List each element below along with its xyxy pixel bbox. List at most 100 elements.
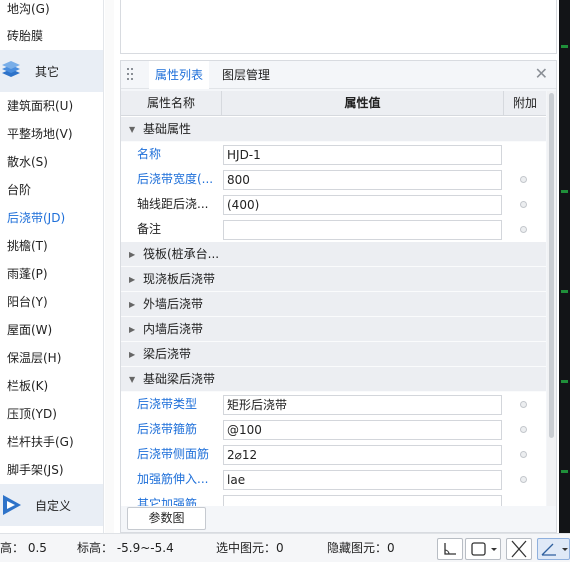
property-group-label: 基础梁后浇带 (143, 372, 216, 386)
drag-grip-icon[interactable] (127, 68, 133, 82)
canvas-mark (561, 190, 568, 193)
property-value-input[interactable]: 矩形后浇带 (223, 395, 502, 415)
property-group-label: 外墙后浇带 (143, 297, 204, 311)
property-value-input[interactable] (223, 220, 502, 240)
axis-corner-icon[interactable] (437, 538, 463, 560)
component-sidebar: 地沟(G) 砖胎膜 其它 建筑面积(U) 平整场地(V) 散水(S) 台阶 后浇… (0, 0, 104, 533)
sidebar-category-custom[interactable]: 自定义 (0, 484, 103, 526)
attach-toggle-dot[interactable] (520, 201, 527, 208)
status-hidden-count: 隐藏图元：0 (327, 541, 395, 555)
collapsed-caret-icon[interactable]: ▶ (129, 292, 135, 317)
canvas-mark (561, 470, 568, 473)
sidebar-item-building-area[interactable]: 建筑面积(U) (0, 92, 103, 120)
rect-select-icon[interactable] (465, 538, 501, 560)
property-row: 后浇带箍筋 @100 (121, 417, 546, 442)
property-group-row[interactable]: ▶ 内墙后浇带 (121, 317, 546, 342)
property-group-row[interactable]: ▶ 外墙后浇带 (121, 292, 546, 317)
property-group-row[interactable]: ▶ 梁后浇带 (121, 342, 546, 367)
sidebar-item-insulation[interactable]: 保温层(H) (0, 344, 103, 372)
property-name: 后浇带类型 (137, 397, 198, 411)
play-icon (3, 495, 21, 515)
sidebar-item-brick-mold[interactable]: 砖胎膜 (0, 22, 103, 50)
sidebar-item-eave[interactable]: 挑檐(T) (0, 232, 103, 260)
attach-toggle-dot[interactable] (520, 401, 527, 408)
property-group-label: 现浇板后浇带 (143, 272, 216, 286)
expanded-caret-icon[interactable]: ▼ (129, 117, 135, 142)
sidebar-item-coping[interactable]: 压顶(YD) (0, 400, 103, 428)
status-selected-count: 选中图元：0 (216, 541, 284, 555)
collapsed-caret-icon[interactable]: ▶ (129, 267, 135, 292)
column-header-name: 属性名称 (121, 91, 222, 116)
property-name: 轴线距后浇... (137, 197, 209, 211)
sidebar-item-scaffold[interactable]: 脚手架(JS) (0, 456, 103, 484)
property-group-label: 内墙后浇带 (143, 322, 204, 336)
property-value-input[interactable]: lae (223, 470, 502, 490)
parameter-diagram-button[interactable]: 参数图 (127, 507, 206, 530)
tab-property-list[interactable]: 属性列表 (149, 61, 210, 89)
close-icon[interactable]: ✕ (535, 65, 548, 83)
tab-layer-management[interactable]: 图层管理 (216, 61, 276, 89)
attach-toggle-dot[interactable] (520, 426, 527, 433)
attach-toggle-dot[interactable] (520, 176, 527, 183)
attach-toggle-dot[interactable] (520, 226, 527, 233)
property-group-row[interactable]: ▶ 筏板(桩承台... (121, 242, 546, 267)
expanded-caret-icon[interactable]: ▼ (129, 367, 135, 392)
property-group-label: 基础属性 (143, 122, 192, 136)
sidebar-item-canopy[interactable]: 雨蓬(P) (0, 260, 103, 288)
sidebar-item-post-pour-strip[interactable]: 后浇带(JD) (0, 204, 103, 232)
status-elevation: 标高： -5.9~-5.4 (77, 541, 174, 555)
sidebar-category-other-label: 其它 (35, 64, 60, 79)
status-height: 高： 0.5 (0, 541, 47, 555)
property-value-input[interactable]: HJD-1 (223, 145, 502, 165)
property-row: 后浇带类型 矩形后浇带 (121, 392, 546, 417)
sidebar-item-roof[interactable]: 屋面(W) (0, 316, 103, 344)
sidebar-category-other[interactable]: 其它 (0, 50, 103, 92)
property-name: 后浇带箍筋 (137, 422, 198, 436)
sidebar-item-steps[interactable]: 台阶 (0, 176, 103, 204)
sidebar-item-trench[interactable]: 地沟(G) (0, 0, 103, 23)
property-value-input[interactable]: @100 (223, 420, 502, 440)
column-header-extra: 附加 (504, 91, 546, 116)
property-row: 轴线距后浇... (400) (121, 192, 546, 217)
angle-icon[interactable] (537, 538, 570, 560)
canvas-mark (561, 45, 568, 48)
property-name: 其它加强筋 (137, 497, 198, 506)
scrollbar-thumb[interactable] (549, 93, 554, 438)
property-row: 后浇带侧面筋 2⌀12 (121, 442, 546, 467)
sidebar-item-balcony[interactable]: 阳台(Y) (0, 288, 103, 316)
canvas-mark (561, 290, 568, 293)
property-row: 名称 HJD-1 (121, 142, 546, 167)
collapsed-caret-icon[interactable]: ▶ (129, 317, 135, 342)
property-group-row[interactable]: ▼ 基础梁后浇带 (121, 367, 546, 392)
sidebar-item-site-leveling[interactable]: 平整场地(V) (0, 120, 103, 148)
sidebar-scrollbar[interactable] (105, 0, 114, 533)
drawing-canvas-edge[interactable] (559, 0, 570, 533)
property-group-row[interactable]: ▼ 基础属性 (121, 117, 546, 142)
property-name: 备注 (137, 222, 162, 236)
property-row: 备注 (121, 217, 546, 242)
layers-icon (2, 61, 20, 77)
cross-icon[interactable] (506, 538, 532, 560)
property-group-label: 梁后浇带 (143, 347, 192, 361)
attach-toggle-dot[interactable] (520, 476, 527, 483)
top-empty-panel (120, 0, 557, 54)
property-name: 后浇带宽度(... (137, 172, 214, 186)
property-value-input[interactable]: 2⌀12 (223, 445, 502, 465)
sidebar-item-apron[interactable]: 散水(S) (0, 148, 103, 176)
property-name: 后浇带侧面筋 (137, 447, 210, 461)
property-value-input[interactable] (223, 495, 502, 506)
property-row: 加强筋伸入... lae (121, 467, 546, 492)
property-row: 其它加强筋 (121, 492, 546, 506)
sidebar-item-railing[interactable]: 栏杆扶手(G) (0, 428, 103, 456)
property-panel: 属性列表 图层管理 ✕ 属性名称 属性值 附加 ▼ 基础属性名称 HJD-1 后浇带宽… (120, 60, 557, 533)
collapsed-caret-icon[interactable]: ▶ (129, 242, 135, 267)
attach-toggle-dot[interactable] (520, 451, 527, 458)
property-value-input[interactable]: (400) (223, 195, 502, 215)
property-group-row[interactable]: ▶ 现浇板后浇带 (121, 267, 546, 292)
property-value-input[interactable]: 800 (223, 170, 502, 190)
sidebar-item-parapet-panel[interactable]: 栏板(K) (0, 372, 103, 400)
property-grid: 属性名称 属性值 附加 ▼ 基础属性 名称 HJD-1 后浇带宽度(... 800 轴线距后… (121, 91, 546, 506)
collapsed-caret-icon[interactable]: ▶ (129, 342, 135, 367)
column-header-value: 属性值 (222, 91, 504, 116)
grid-scrollbar[interactable] (547, 91, 556, 506)
